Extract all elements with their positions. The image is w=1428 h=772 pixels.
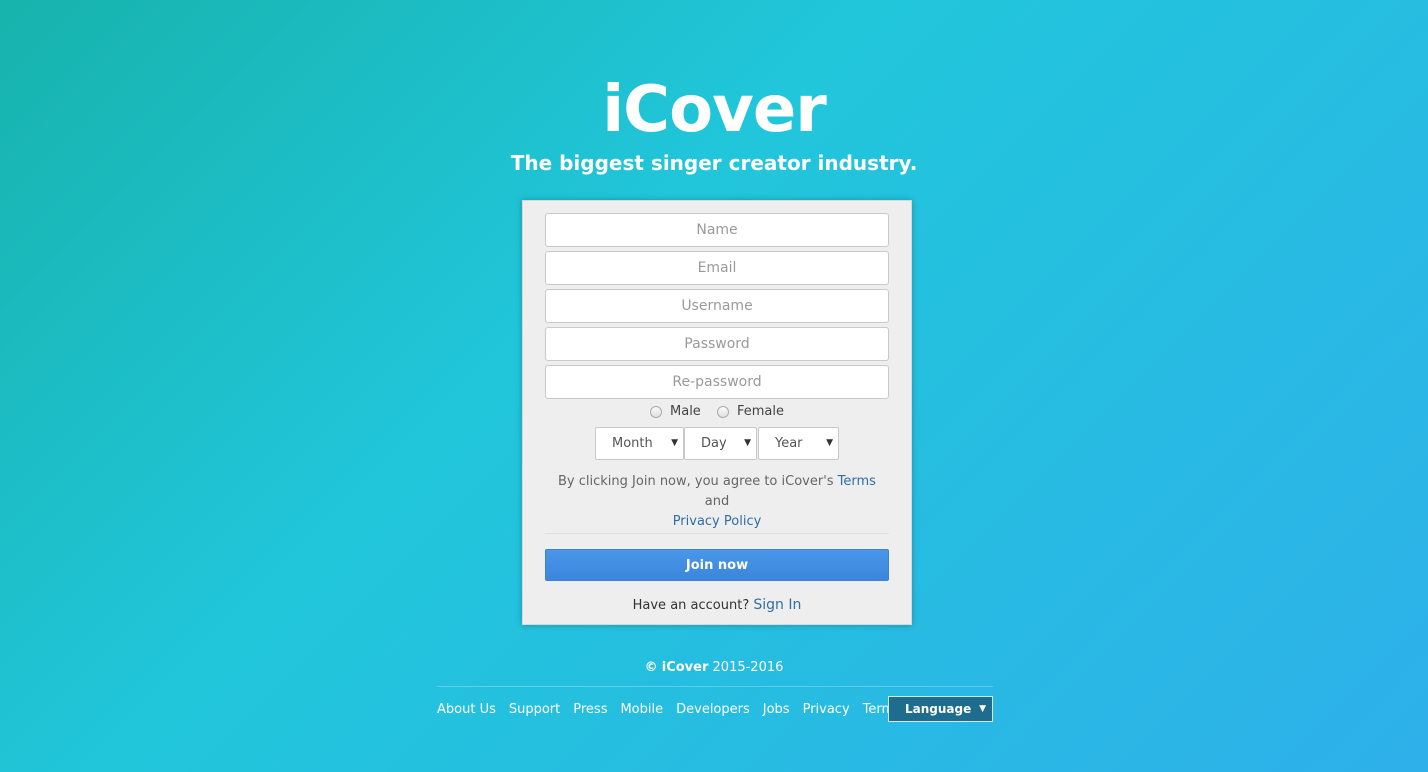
chevron-down-icon: ▼ bbox=[979, 704, 986, 714]
divider bbox=[545, 533, 889, 534]
language-select-value: Language bbox=[905, 702, 972, 716]
footer-link-jobs[interactable]: Jobs bbox=[763, 702, 790, 717]
footer-link-support[interactable]: Support bbox=[509, 702, 560, 717]
radio-icon[interactable] bbox=[650, 406, 663, 418]
gender-group: Male Female bbox=[523, 403, 911, 424]
terms-prefix: By clicking Join now, you agree to iCove… bbox=[558, 474, 838, 489]
terms-notice: By clicking Join now, you agree to iCove… bbox=[553, 472, 881, 532]
username-field[interactable] bbox=[545, 289, 889, 323]
footer-link-about-us[interactable]: About Us bbox=[437, 702, 496, 717]
chevron-down-icon: ▼ bbox=[826, 438, 833, 448]
signup-card: Male Female Month ▼ Day ▼ Year ▼ By clic… bbox=[522, 200, 912, 625]
email-field[interactable] bbox=[545, 251, 889, 285]
month-select-value: Month bbox=[612, 436, 653, 451]
copyright-brand: iCover bbox=[661, 660, 709, 675]
copyright: © iCover 2015-2016 bbox=[0, 659, 1428, 677]
signin-prompt: Have an account? bbox=[632, 598, 750, 613]
year-select[interactable]: Year ▼ bbox=[758, 427, 839, 460]
footer-links: About Us Support Press Mobile Developers… bbox=[437, 699, 914, 719]
day-select-value: Day bbox=[701, 436, 727, 451]
name-field[interactable] bbox=[545, 213, 889, 247]
terms-link[interactable]: Terms bbox=[838, 474, 876, 489]
month-select[interactable]: Month ▼ bbox=[595, 427, 684, 460]
password-field[interactable] bbox=[545, 327, 889, 361]
footer-link-developers[interactable]: Developers bbox=[676, 702, 750, 717]
chevron-down-icon: ▼ bbox=[744, 438, 751, 448]
year-select-value: Year bbox=[775, 436, 803, 451]
gender-male-label: Male bbox=[670, 404, 701, 419]
gender-male-option[interactable]: Male bbox=[650, 403, 701, 421]
copyright-symbol: © bbox=[644, 660, 658, 675]
day-select[interactable]: Day ▼ bbox=[684, 427, 757, 460]
language-select[interactable]: Language ▼ bbox=[888, 696, 993, 722]
repassword-field[interactable] bbox=[545, 365, 889, 399]
chevron-down-icon: ▼ bbox=[671, 438, 678, 448]
radio-icon[interactable] bbox=[716, 406, 729, 418]
footer-link-privacy[interactable]: Privacy bbox=[803, 702, 850, 717]
footer-divider bbox=[437, 686, 993, 687]
footer-link-press[interactable]: Press bbox=[573, 702, 607, 717]
gender-female-label: Female bbox=[736, 404, 784, 419]
privacy-policy-link[interactable]: Privacy Policy bbox=[673, 514, 762, 529]
tagline: The biggest singer creator industry. bbox=[510, 151, 918, 175]
logo: iCover bbox=[602, 73, 827, 147]
terms-middle: and bbox=[704, 494, 730, 509]
join-now-button[interactable]: Join now bbox=[545, 549, 889, 581]
gender-female-option[interactable]: Female bbox=[716, 403, 784, 421]
signin-row: Have an account? Sign In bbox=[523, 596, 911, 615]
sign-in-link[interactable]: Sign In bbox=[753, 597, 801, 613]
copyright-years: 2015-2016 bbox=[712, 660, 784, 675]
footer-link-mobile[interactable]: Mobile bbox=[620, 702, 663, 717]
